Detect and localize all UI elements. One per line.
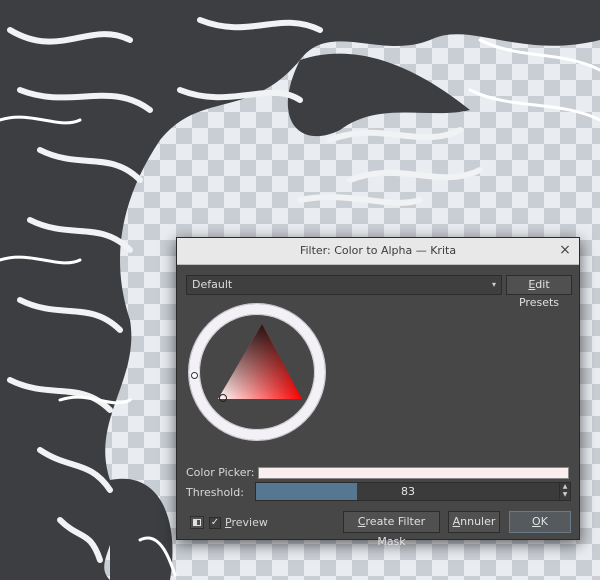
preset-selected-value: Default [192,278,233,291]
split-preview-button[interactable] [190,516,204,529]
preset-dropdown[interactable]: Default ▾ [186,275,502,295]
color-to-alpha-dialog: Filter: Color to Alpha — Krita × Default… [176,237,580,548]
threshold-spinbox[interactable]: ▲ ▼ [559,483,570,500]
cancel-button[interactable]: Annuler [448,511,500,533]
split-view-icon-half [193,519,197,526]
ok-label: K [540,515,548,528]
preview-label-rest: review [231,516,268,529]
cancel-label: nnuler [460,515,496,528]
create-mask-mnemonic: C [357,515,366,528]
ok-button[interactable]: OK [509,511,571,533]
preview-checkbox[interactable]: ✓ [209,517,221,529]
hue-handle[interactable] [191,372,198,379]
dialog-titlebar[interactable]: Filter: Color to Alpha — Krita × [177,238,579,265]
spin-down-icon[interactable]: ▼ [560,491,570,499]
color-wheel-graphic [188,303,326,441]
threshold-value: 83 [401,485,415,498]
edit-presets-label: dit Presets [518,278,560,309]
color-picker-label: Color Picker: [186,466,255,479]
cancel-mnemonic: A [452,515,461,528]
preview-label[interactable]: Preview [225,516,268,529]
threshold-label: Threshold: [186,486,244,499]
chevron-down-icon: ▾ [491,280,496,289]
ok-mnemonic: O [532,515,541,528]
spin-up-icon[interactable]: ▲ [560,483,570,491]
threshold-slider[interactable]: 83 ▲ ▼ [255,482,571,501]
color-selector[interactable] [183,298,331,446]
dialog-title: Filter: Color to Alpha — Krita [299,244,457,257]
saturation-value-triangle [218,324,302,399]
create-filter-mask-button[interactable]: Create Filter Mask [343,511,440,548]
close-button[interactable]: × [557,242,573,258]
edit-presets-button[interactable]: Edit Presets [506,275,572,309]
sv-handle[interactable] [219,394,227,402]
color-picker-swatch[interactable] [258,467,569,479]
